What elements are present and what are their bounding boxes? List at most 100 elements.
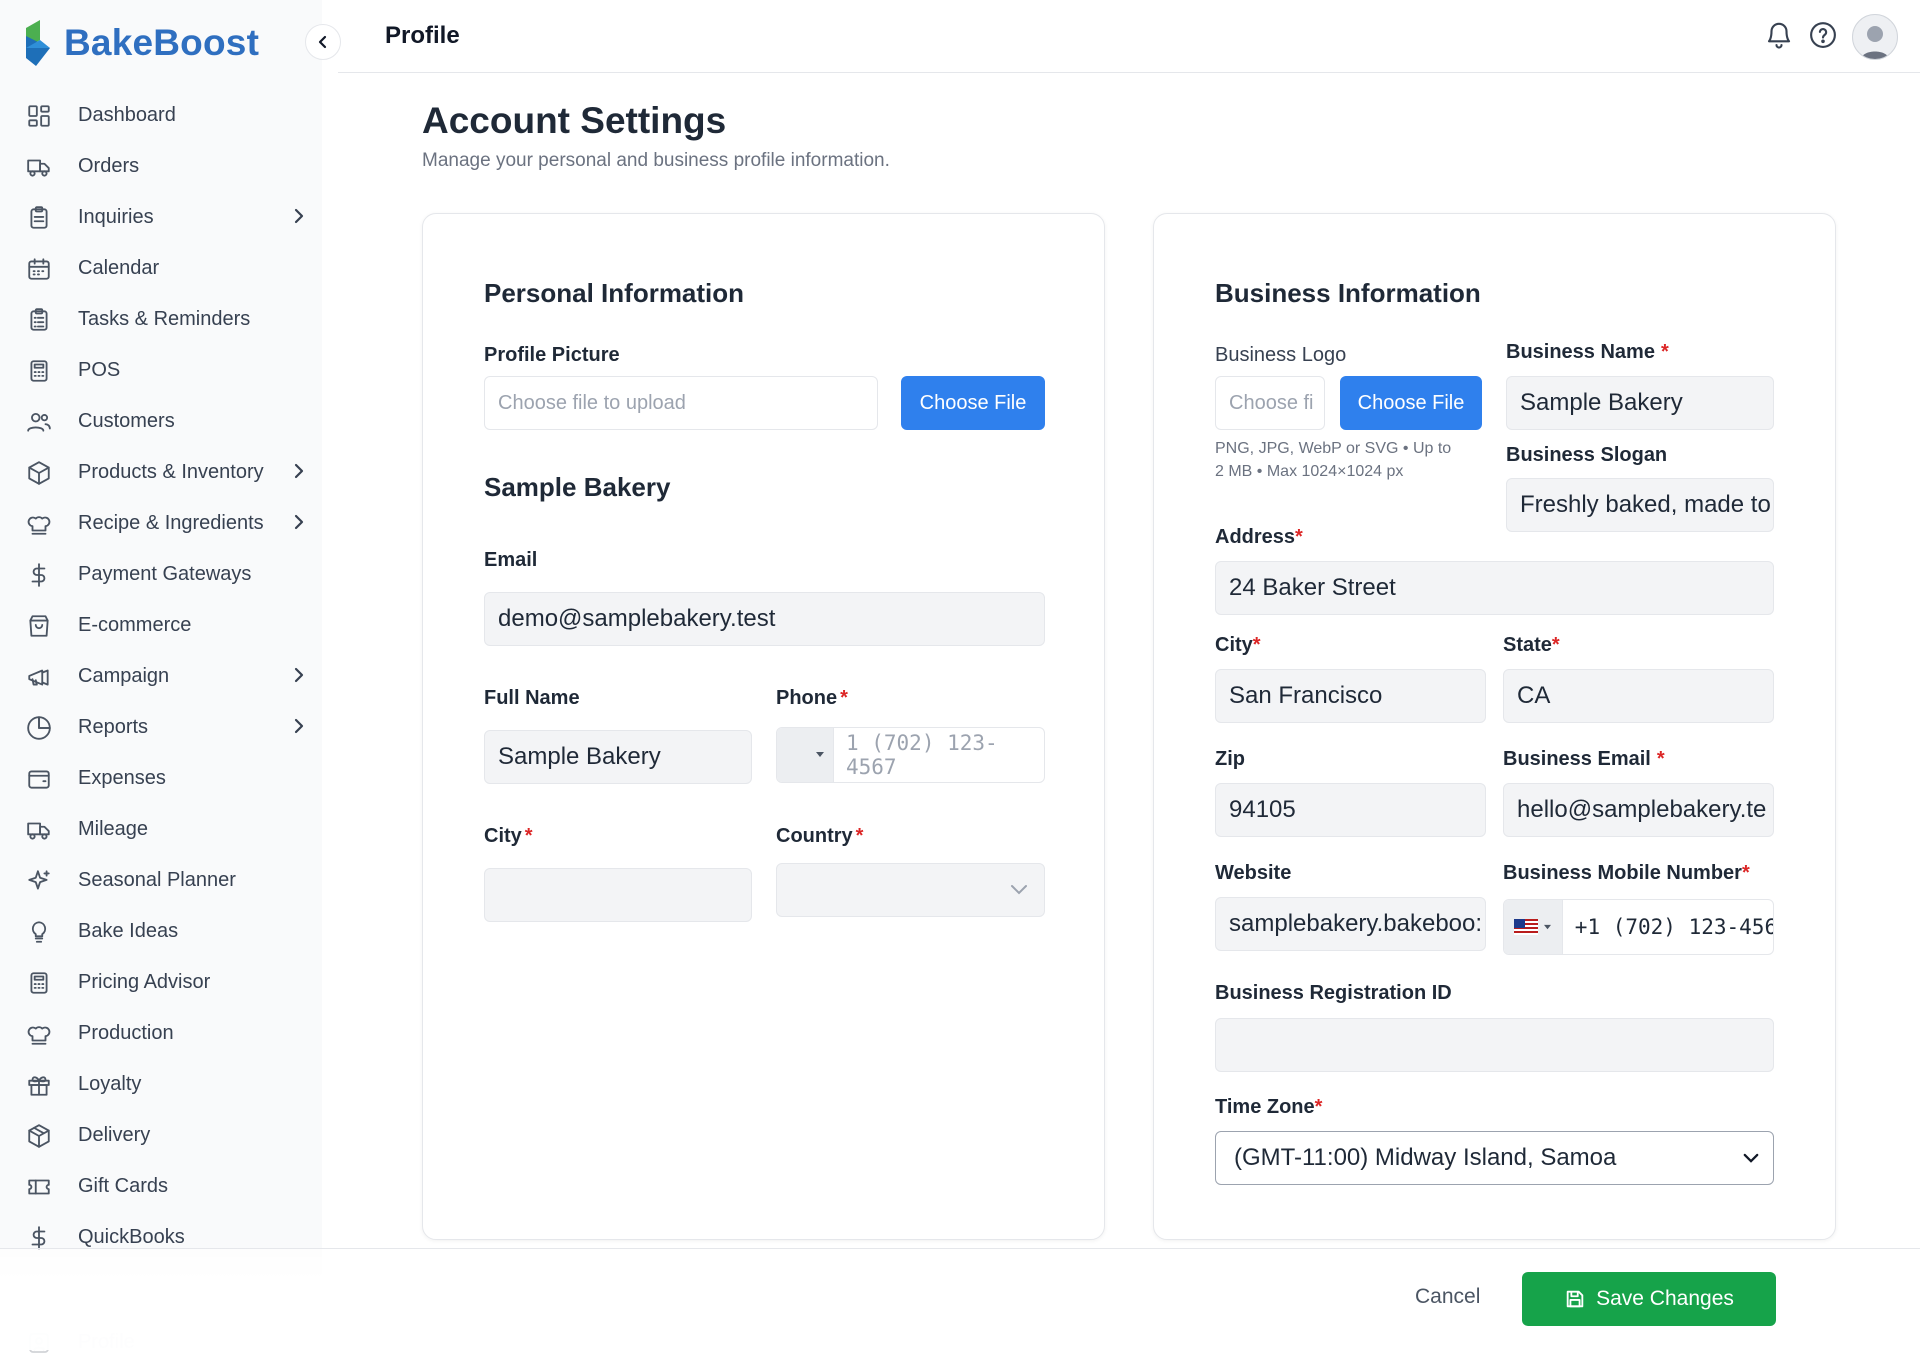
personal-section-title: Personal Information (484, 278, 745, 308)
grid-icon (24, 101, 54, 131)
sidebar-item-expenses[interactable]: Expenses (0, 753, 322, 804)
sidebar-fade (0, 1248, 322, 1350)
collapse-sidebar-button[interactable] (305, 24, 341, 60)
sidebar-item-label: Dashboard (78, 104, 176, 126)
zip-field[interactable]: 94105 (1215, 783, 1486, 837)
sidebar-item-label: Expenses (78, 767, 166, 789)
sparkles-icon (24, 866, 54, 896)
business-mobile-input[interactable]: +1 (702) 123-456 (1563, 900, 1773, 954)
clipboard-icon (24, 203, 54, 233)
business-slogan-label: Business Slogan (1506, 444, 1668, 466)
address-label: Address* (1215, 526, 1303, 549)
caret-down-icon (1543, 924, 1551, 929)
state-field[interactable]: CA (1503, 669, 1774, 723)
us-flag-icon (1513, 919, 1538, 935)
business-mobile-field[interactable]: +1 (702) 123-456 (1503, 899, 1774, 955)
sidebar-item-label: Gift Cards (78, 1175, 169, 1197)
country-select[interactable] (776, 863, 1045, 917)
profile-picture-file-input[interactable]: Choose file to upload (484, 376, 878, 430)
sidebar-item-label: Loyalty (78, 1073, 142, 1095)
city-field[interactable] (484, 868, 752, 922)
topbar: Profile (338, 0, 1920, 73)
bakeboost-logo-icon (26, 20, 50, 66)
brand-logo[interactable]: BakeBoost (22, 16, 259, 70)
email-field[interactable]: demo@samplebakery.test (484, 592, 1045, 646)
sidebar-item-customers[interactable]: Customers (0, 396, 322, 447)
chef-hat-icon (24, 509, 54, 539)
sidebar-item-label: Production (78, 1022, 174, 1044)
calendar-icon (24, 254, 54, 284)
sidebar-item-label: E-commerce (78, 614, 192, 636)
business-email-label-text: Business Email (1503, 748, 1651, 770)
time-zone-select[interactable]: (GMT-11:00) Midway Island, Samoa (1215, 1131, 1774, 1185)
business-city-field[interactable]: San Francisco (1215, 669, 1486, 723)
sidebar-item-seasonal-planner[interactable]: Seasonal Planner (0, 855, 322, 906)
mobile-country-select[interactable] (1504, 900, 1563, 954)
personal-information-card: Personal Information Profile Picture Cho… (422, 213, 1105, 1240)
sidebar-item-e-commerce[interactable]: E-commerce (0, 600, 322, 651)
sidebar-item-pos[interactable]: POS (0, 345, 322, 396)
logo-hint-line1: PNG, JPG, WebP or SVG • Up to (1215, 440, 1452, 457)
required-mark: * (1252, 634, 1261, 656)
box-icon (24, 458, 54, 488)
business-logo-file-input[interactable]: Choose fi (1215, 376, 1325, 430)
sidebar-item-orders[interactable]: Orders (0, 141, 322, 192)
business-name-field[interactable]: Sample Bakery (1506, 376, 1774, 430)
sidebar-item-payment-gateways[interactable]: Payment Gateways (0, 549, 322, 600)
business-email-field[interactable]: hello@samplebakery.te (1503, 783, 1774, 837)
business-logo-choose-file-button[interactable]: Choose File (1340, 376, 1482, 430)
sidebar-item-pricing-advisor[interactable]: Pricing Advisor (0, 957, 322, 1008)
sidebar-item-bake-ideas[interactable]: Bake Ideas (0, 906, 322, 957)
required-mark: * (1660, 341, 1669, 363)
chevron-right-icon (292, 206, 306, 231)
user-avatar-icon (1861, 26, 1889, 59)
sidebar-item-delivery[interactable]: Delivery (0, 1110, 322, 1161)
sidebar-item-label: Products & Inventory (78, 461, 264, 483)
sidebar-item-reports[interactable]: Reports (0, 702, 322, 753)
megaphone-icon (24, 662, 54, 692)
sidebar-item-campaign[interactable]: Campaign (0, 651, 322, 702)
sidebar-item-inquiries[interactable]: Inquiries (0, 192, 322, 243)
sidebar-item-production[interactable]: Production (0, 1008, 322, 1059)
address-field[interactable]: 24 Baker Street (1215, 561, 1774, 615)
help-icon[interactable] (1808, 20, 1838, 55)
phone-input[interactable]: 1 (702) 123-4567 (834, 728, 1044, 782)
sidebar-item-label: Pricing Advisor (78, 971, 211, 993)
sidebar-item-dashboard[interactable]: Dashboard (0, 90, 322, 141)
sidebar-item-tasks-reminders[interactable]: Tasks & Reminders (0, 294, 322, 345)
registration-id-field[interactable] (1215, 1018, 1774, 1072)
zip-label: Zip (1215, 748, 1245, 770)
account-settings-subheading: Manage your personal and business profil… (422, 150, 890, 171)
sidebar-item-gift-cards[interactable]: Gift Cards (0, 1161, 322, 1212)
users-icon (24, 407, 54, 437)
full-name-field[interactable]: Sample Bakery (484, 730, 752, 784)
sidebar-item-products-inventory[interactable]: Products & Inventory (0, 447, 322, 498)
sidebar-item-mileage[interactable]: Mileage (0, 804, 322, 855)
business-name-label-text: Business Name (1506, 341, 1655, 363)
truck-icon (24, 815, 54, 845)
profile-choose-file-button[interactable]: Choose File (901, 376, 1045, 430)
shopping-bag-icon (24, 611, 54, 641)
cancel-button[interactable]: Cancel (1415, 1285, 1480, 1309)
sidebar-item-label: Reports (78, 716, 149, 738)
required-mark: * (1741, 862, 1750, 884)
registration-id-label: Business Registration ID (1215, 982, 1452, 1004)
city-label-text: City (484, 825, 522, 847)
save-changes-button[interactable]: Save Changes (1522, 1272, 1776, 1326)
sidebar-item-loyalty[interactable]: Loyalty (0, 1059, 322, 1110)
phone-field[interactable]: 1 (702) 123-4567 (776, 727, 1045, 783)
country-label: Country * (776, 825, 863, 848)
bell-icon[interactable] (1764, 20, 1794, 55)
chevron-down-icon (1011, 885, 1027, 895)
required-mark: * (1656, 748, 1665, 770)
sidebar-item-label: Recipe & Ingredients (78, 512, 264, 534)
avatar[interactable] (1852, 14, 1898, 60)
ticket-icon (24, 1172, 54, 1202)
sidebar-item-calendar[interactable]: Calendar (0, 243, 322, 294)
sidebar-item-label: Bake Ideas (78, 920, 179, 942)
sidebar-item-recipe-ingredients[interactable]: Recipe & Ingredients (0, 498, 322, 549)
sidebar-item-label: Tasks & Reminders (78, 308, 251, 330)
website-field[interactable]: samplebakery.bakeboo: (1215, 897, 1486, 951)
business-slogan-field[interactable]: Freshly baked, made to (1506, 478, 1774, 532)
phone-country-select[interactable] (777, 728, 834, 782)
